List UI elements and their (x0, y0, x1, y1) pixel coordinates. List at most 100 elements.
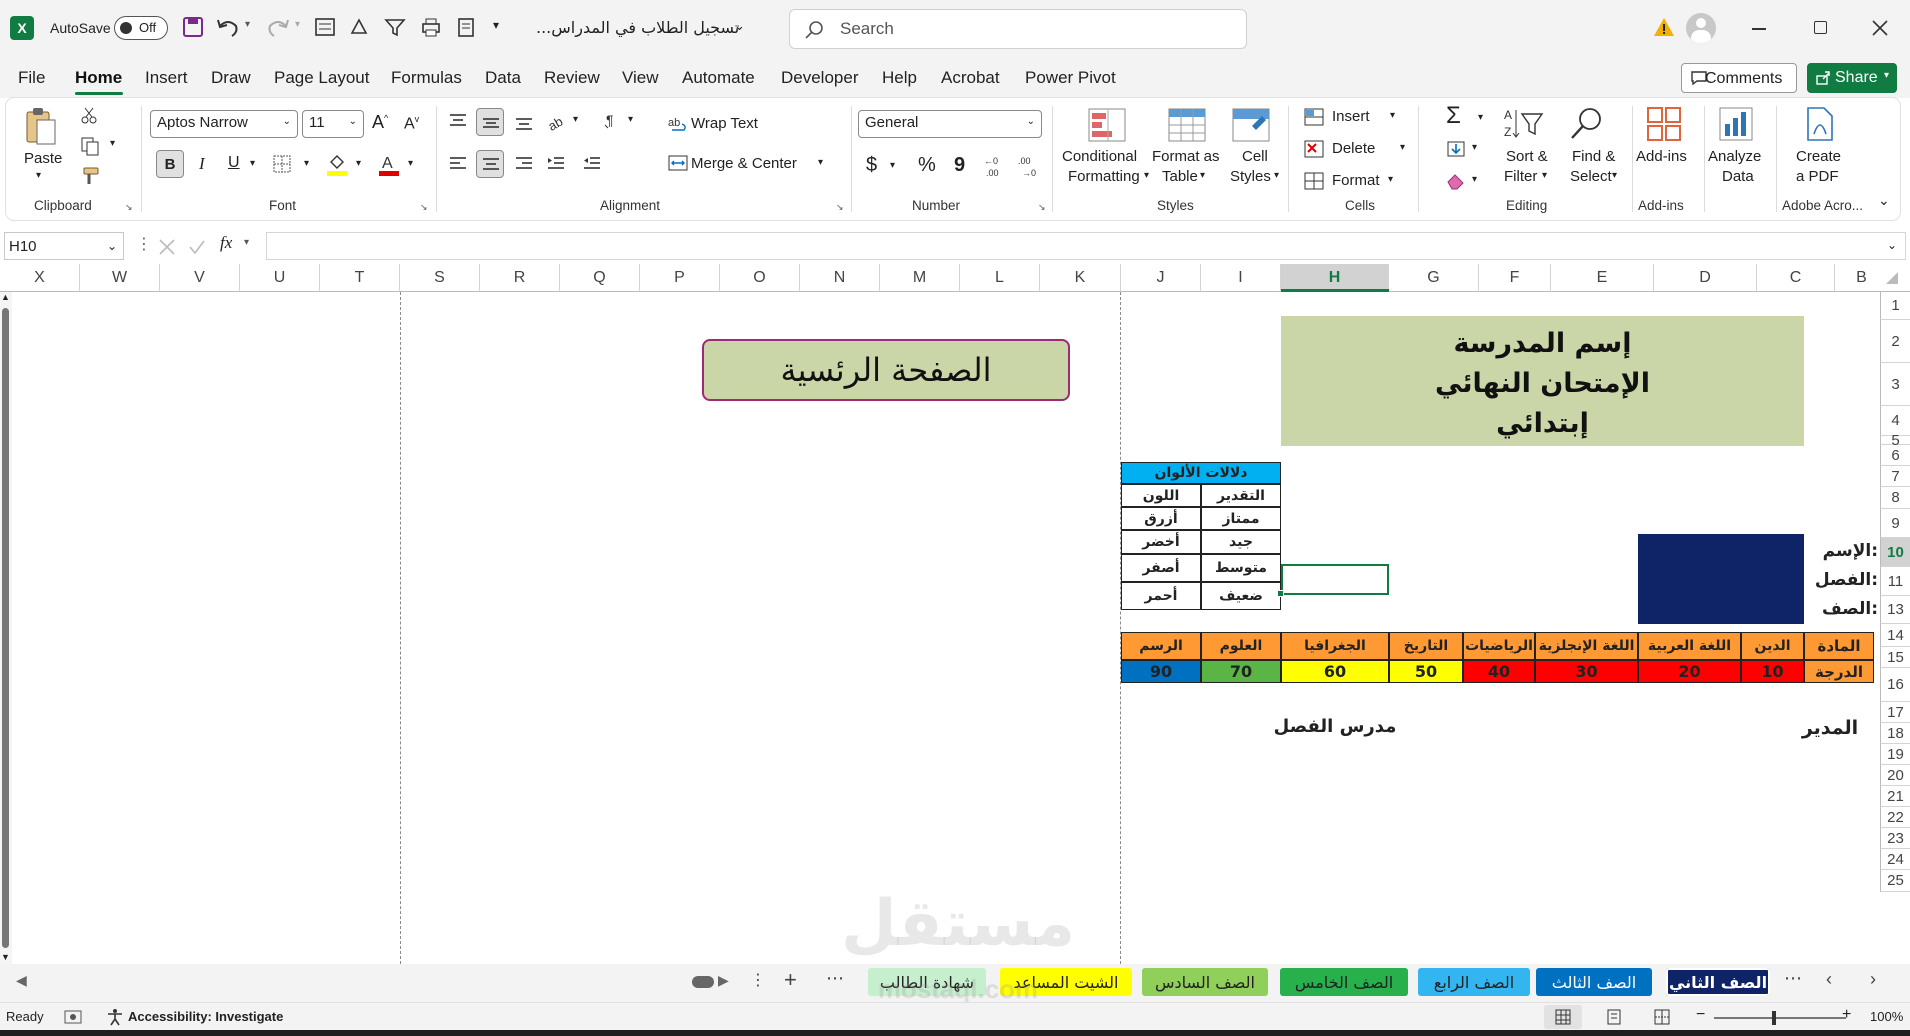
accessibility-icon[interactable] (106, 1008, 124, 1026)
format-as-table-dropdown-icon[interactable]: ▾ (1200, 170, 1205, 181)
column-header-e[interactable]: E (1551, 264, 1654, 292)
menu-help[interactable]: Help (882, 68, 917, 88)
scrollbar-thumb[interactable] (2, 308, 9, 948)
bold-button[interactable]: B (156, 150, 184, 178)
undo-icon[interactable] (216, 16, 240, 38)
column-header-g[interactable]: G (1389, 264, 1479, 292)
decrease-font-icon[interactable]: Av (404, 114, 419, 133)
selected-cell[interactable] (1281, 564, 1389, 595)
row-header-10[interactable]: 10 (1880, 538, 1910, 567)
function-dropdown-icon[interactable]: ▾ (244, 237, 249, 248)
sheet-tab[interactable]: الصف الثالث (1536, 968, 1652, 996)
column-header-j[interactable]: J (1121, 264, 1201, 292)
menu-automate[interactable]: Automate (682, 68, 755, 88)
font-color-dropdown-icon[interactable]: ▾ (408, 158, 413, 169)
copy-icon[interactable] (80, 136, 100, 156)
form-icon[interactable] (314, 17, 336, 37)
conditional-formatting-label-1[interactable]: Conditional (1062, 148, 1137, 165)
autosave-toggle[interactable]: Off (114, 16, 168, 40)
autosum-dropdown-icon[interactable]: ▾ (1478, 112, 1483, 123)
row-header-16[interactable]: 16 (1880, 668, 1910, 702)
menu-power-pivot[interactable]: Power Pivot (1025, 68, 1116, 88)
insert-cells-icon[interactable] (1304, 108, 1324, 126)
orientation-icon[interactable]: ab (546, 110, 568, 132)
redo-dropdown-icon[interactable]: ▾ (295, 19, 300, 30)
menu-insert[interactable]: Insert (145, 68, 188, 88)
menu-data[interactable]: Data (485, 68, 521, 88)
create-pdf-icon[interactable] (1804, 106, 1836, 142)
row-header-20[interactable]: 20 (1880, 765, 1910, 786)
more-icon[interactable]: ⋮ (136, 234, 152, 254)
increase-decimal-icon[interactable]: ←0.00 (984, 154, 1010, 178)
paste-label[interactable]: Paste (24, 150, 62, 167)
align-right-icon[interactable] (514, 154, 534, 174)
column-header-k[interactable]: K (1040, 264, 1121, 292)
clear-icon[interactable] (1446, 172, 1466, 190)
worksheet[interactable]: XWVUTSRQPONMLKJIHGFEDCBA 123456789101113… (0, 264, 1910, 964)
insert-cells-button[interactable]: Insert (1332, 108, 1370, 125)
increase-font-icon[interactable]: A^ (372, 112, 388, 133)
format-as-table-label-1[interactable]: Format as (1152, 148, 1220, 165)
horizontal-scroll-thumb[interactable] (692, 976, 714, 988)
sheet-tab[interactable]: الصف الثاني (1666, 968, 1770, 996)
align-middle-button[interactable] (476, 108, 504, 136)
increase-indent-icon[interactable] (582, 154, 602, 174)
expand-formula-icon[interactable]: ⌄ (1887, 238, 1897, 252)
column-header-t[interactable]: T (320, 264, 400, 292)
sort-filter-label-1[interactable]: Sort & (1506, 148, 1548, 165)
percent-button[interactable]: % (918, 154, 936, 177)
align-top-icon[interactable] (448, 112, 468, 132)
sheet-tab[interactable]: الصف الرابع (1418, 968, 1530, 996)
add-ins-icon[interactable] (1646, 106, 1682, 142)
comma-button[interactable]: 9 (954, 154, 965, 177)
undo-dropdown-icon[interactable]: ▾ (245, 19, 250, 30)
format-painter-icon[interactable] (80, 166, 100, 186)
row-header-11[interactable]: 11 (1880, 567, 1910, 596)
row-header-24[interactable]: 24 (1880, 849, 1910, 870)
prev-sheet-icon[interactable]: ‹ (1826, 969, 1832, 990)
column-header-v[interactable]: V (160, 264, 240, 292)
column-header-n[interactable]: N (800, 264, 880, 292)
scroll-right-icon[interactable]: ▶ (718, 972, 729, 989)
align-bottom-icon[interactable] (514, 112, 534, 132)
warning-icon[interactable] (1652, 16, 1676, 38)
cell-styles-label-1[interactable]: Cell (1242, 148, 1268, 165)
find-select-label-2[interactable]: Select (1570, 168, 1612, 185)
menu-developer[interactable]: Developer (781, 68, 859, 88)
menu-formulas[interactable]: Formulas (391, 68, 462, 88)
borders-icon[interactable] (272, 154, 292, 174)
rtl-dropdown-icon[interactable]: ▾ (628, 114, 633, 125)
restore-icon[interactable] (1814, 21, 1827, 34)
comments-button[interactable]: Comments (1681, 63, 1797, 93)
cancel-entry-icon[interactable] (158, 238, 176, 256)
orientation-dropdown-icon[interactable]: ▾ (573, 114, 578, 125)
row-header-9[interactable]: 9 (1880, 509, 1910, 538)
copy-dropdown-icon[interactable]: ▾ (110, 138, 115, 149)
wrap-text-button[interactable]: Wrap Text (691, 115, 758, 132)
row-header-22[interactable]: 22 (1880, 807, 1910, 828)
decrease-decimal-icon[interactable]: .00→0 (1018, 154, 1044, 178)
underline-dropdown-icon[interactable]: ▾ (250, 158, 255, 169)
insert-function-icon[interactable]: fx (220, 233, 232, 253)
fill-handle[interactable] (1277, 590, 1284, 597)
sort-filter-dropdown-icon[interactable]: ▾ (1542, 170, 1547, 181)
row-header-3[interactable]: 3 (1880, 363, 1910, 406)
column-header-c[interactable]: C (1757, 264, 1835, 292)
row-header-18[interactable]: 18 (1880, 723, 1910, 744)
font-launcher-icon[interactable]: ↘ (420, 202, 428, 213)
more-sheets-right-icon[interactable]: ⋯ (1784, 968, 1802, 989)
add-sheet-icon[interactable]: + (784, 967, 797, 993)
scroll-down-icon[interactable]: ▼ (1, 952, 10, 962)
row-header-6[interactable]: 6 (1880, 445, 1910, 466)
column-header-p[interactable]: P (640, 264, 720, 292)
cell-styles-label-2[interactable]: Styles (1230, 168, 1271, 185)
conditional-formatting-icon[interactable] (1088, 108, 1126, 142)
name-box[interactable]: H10 ⌄ (4, 232, 124, 260)
format-as-table-label-2[interactable]: Table (1162, 168, 1198, 185)
analyze-data-label-1[interactable]: Analyze (1708, 148, 1761, 165)
create-pdf-label-2[interactable]: a PDF (1796, 168, 1839, 185)
column-header-d[interactable]: D (1654, 264, 1757, 292)
column-header-w[interactable]: W (80, 264, 160, 292)
underline-button[interactable]: U (228, 154, 240, 172)
macro-recording-icon[interactable] (64, 1009, 82, 1025)
